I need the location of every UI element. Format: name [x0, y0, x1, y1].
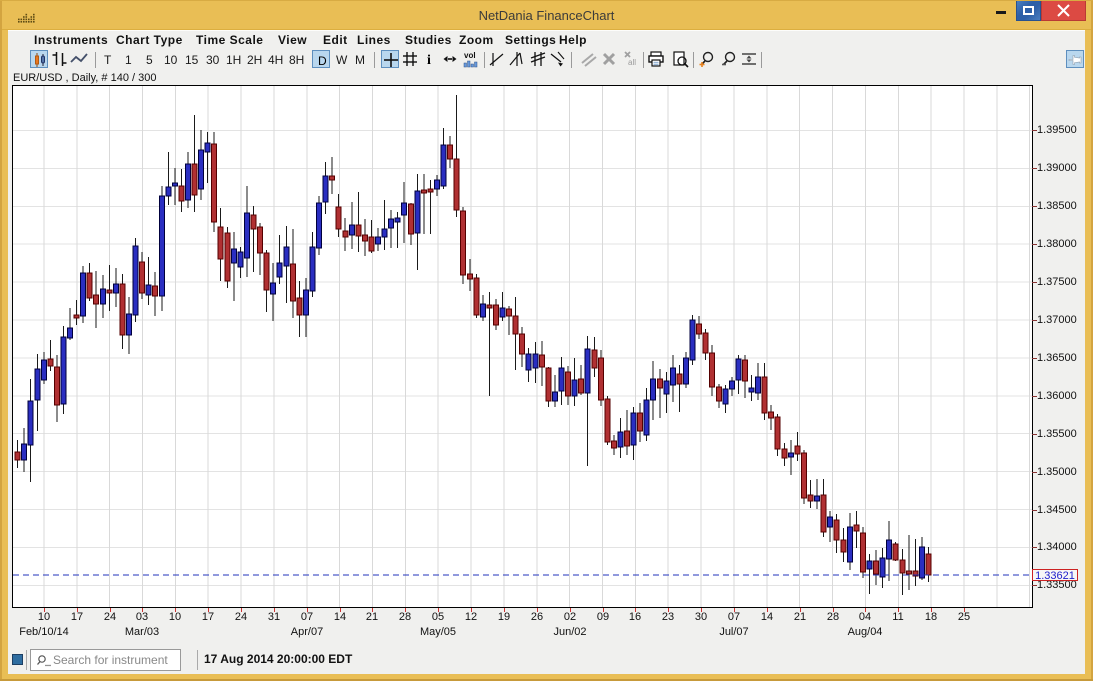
svg-text:vol: vol	[464, 51, 476, 60]
svg-text:all: all	[628, 58, 636, 67]
